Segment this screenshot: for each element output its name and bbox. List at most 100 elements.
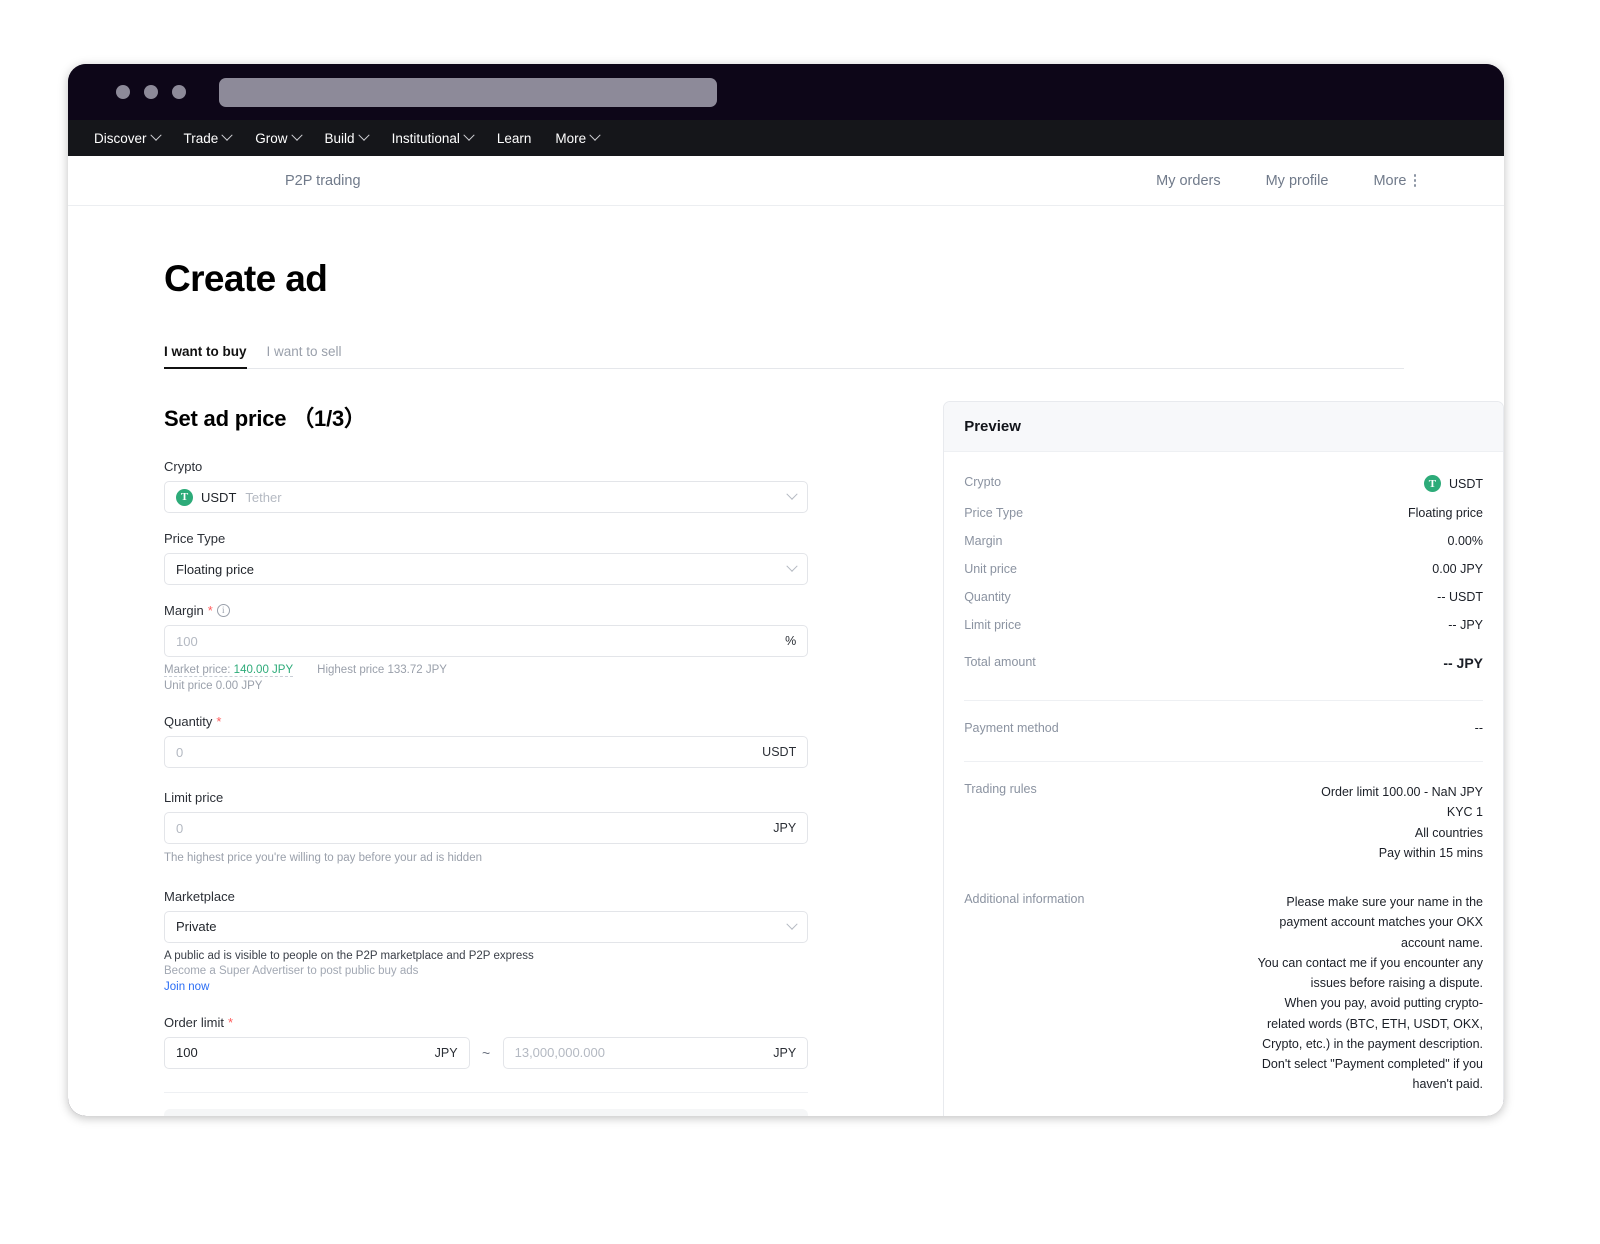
maximize-window-button[interactable] <box>172 85 186 99</box>
limit-price-input[interactable]: 0 <box>176 821 183 836</box>
row-value: -- JPY <box>1448 618 1483 632</box>
field-crypto: Crypto T USDT Tether <box>164 459 808 513</box>
preview-row-price-type: Price Type Floating price <box>964 499 1483 527</box>
join-now-link[interactable]: Join now <box>164 981 209 993</box>
nav-label: Discover <box>94 131 147 146</box>
row-key: Additional information <box>964 892 1084 906</box>
row-value: -- <box>1475 721 1483 735</box>
price-type-select[interactable]: Floating price <box>164 553 808 585</box>
nav-item-institutional[interactable]: Institutional <box>380 131 485 146</box>
limit-price-suffix: JPY <box>773 821 796 835</box>
page-content: Create ad I want to buy I want to sell S… <box>68 206 1504 1116</box>
preview-title: Preview <box>944 402 1503 452</box>
row-key: Price Type <box>964 506 1023 520</box>
usdt-token-icon: T <box>1424 475 1441 492</box>
label-text: Margin <box>164 603 204 618</box>
info-icon[interactable]: i <box>217 604 230 617</box>
order-limit-max-wrapper[interactable]: 13,000,000.000 JPY <box>503 1037 809 1069</box>
subnav-item-my-profile[interactable]: My profile <box>1266 173 1329 189</box>
row-value: Please make sure your name in the paymen… <box>1251 892 1483 1095</box>
row-key: Total amount <box>964 655 1036 669</box>
limit-price-input-wrapper[interactable]: 0 JPY <box>164 812 808 844</box>
limit-price-hint: The highest price you're willing to pay … <box>164 850 808 867</box>
nav-item-discover[interactable]: Discover <box>82 131 172 146</box>
page-title: Create ad <box>164 258 1504 300</box>
p2p-brand-link[interactable]: P2P trading <box>285 173 361 189</box>
preview-row-margin: Margin 0.00% <box>964 527 1483 555</box>
preview-column: Preview Crypto T USDT Price Type <box>943 401 1504 1116</box>
window-controls <box>116 85 186 99</box>
trading-rule-line: All countries <box>1321 823 1483 843</box>
preview-row-payment-method: Payment method -- <box>964 714 1483 742</box>
order-limit-min-wrapper[interactable]: 100 JPY <box>164 1037 470 1069</box>
order-limit-separator: ~ <box>470 1045 503 1061</box>
subnav-more-label: More <box>1373 173 1406 189</box>
subnav-item-more[interactable]: More <box>1373 173 1416 189</box>
preview-card: Preview Crypto T USDT Price Type <box>943 401 1504 1116</box>
tab-label: I want to sell <box>267 344 342 359</box>
margin-suffix: % <box>785 634 796 648</box>
market-price-value: 140.00 JPY <box>234 664 293 676</box>
chevron-down-icon <box>150 130 161 141</box>
nav-label: Institutional <box>392 131 460 146</box>
nav-label: Learn <box>497 131 532 146</box>
chevron-down-icon <box>787 918 798 929</box>
margin-price-hints: Market price: 140.00 JPY Highest price 1… <box>164 664 808 677</box>
nav-item-learn[interactable]: Learn <box>485 131 544 146</box>
tab-i-want-to-sell[interactable]: I want to sell <box>267 344 342 368</box>
quantity-input[interactable]: 0 <box>176 745 183 760</box>
order-limit-min-input[interactable]: 100 <box>176 1045 198 1060</box>
row-key: Payment method <box>964 721 1059 735</box>
margin-input-wrapper[interactable]: 100 % <box>164 625 808 657</box>
preview-row-total-amount: Total amount -- JPY <box>964 639 1483 678</box>
p2p-subnav: P2P trading My orders My profile More <box>68 156 1504 206</box>
site-top-nav: Discover Trade Grow Build Institutional … <box>68 120 1504 156</box>
quantity-input-wrapper[interactable]: 0 USDT <box>164 736 808 768</box>
limit-price-label: Limit price <box>164 790 808 805</box>
trading-rule-line: Order limit 100.00 - NaN JPY <box>1321 782 1483 802</box>
order-limit-max-input[interactable]: 13,000,000.000 <box>515 1045 605 1060</box>
price-type-value: Floating price <box>176 562 254 577</box>
subnav-right-links: My orders My profile More <box>1156 173 1416 189</box>
row-key: Quantity <box>964 590 1011 604</box>
field-order-limit: Order limit * 100 JPY ~ 13,000,000.000 <box>164 1015 808 1069</box>
row-value: Order limit 100.00 - NaN JPY KYC 1 All c… <box>1321 782 1483 863</box>
chevron-down-icon <box>358 130 369 141</box>
required-marker: * <box>216 714 221 729</box>
minimize-window-button[interactable] <box>144 85 158 99</box>
preview-row-crypto: Crypto T USDT <box>964 468 1483 499</box>
nav-label: Trade <box>184 131 219 146</box>
address-bar[interactable] <box>219 78 717 107</box>
next-button[interactable]: Next <box>164 1109 808 1116</box>
marketplace-public-hint: A public ad is visible to people on the … <box>164 950 808 962</box>
nav-item-trade[interactable]: Trade <box>172 131 244 146</box>
margin-label: Margin * i <box>164 603 808 618</box>
chevron-down-icon <box>787 561 798 572</box>
row-value: T USDT <box>1424 475 1483 492</box>
field-price-type: Price Type Floating price <box>164 531 808 585</box>
subnav-item-my-orders[interactable]: My orders <box>1156 173 1220 189</box>
browser-window: Discover Trade Grow Build Institutional … <box>68 64 1504 1116</box>
marketplace-select[interactable]: Private <box>164 911 808 943</box>
chevron-down-icon <box>787 489 798 500</box>
preview-body: Crypto T USDT Price Type Floating price <box>944 452 1503 1116</box>
margin-input[interactable]: 100 <box>176 634 198 649</box>
browser-chrome-bar <box>68 64 1504 120</box>
close-window-button[interactable] <box>116 85 130 99</box>
nav-item-grow[interactable]: Grow <box>243 131 312 146</box>
crypto-select[interactable]: T USDT Tether <box>164 481 808 513</box>
tab-i-want-to-buy[interactable]: I want to buy <box>164 344 247 368</box>
nav-label: Build <box>325 131 355 146</box>
additional-info-paragraph: When you pay, avoid putting crypto-relat… <box>1251 993 1483 1054</box>
preview-row-quantity: Quantity -- USDT <box>964 583 1483 611</box>
marketplace-value: Private <box>176 919 216 934</box>
kebab-menu-icon <box>1414 174 1417 187</box>
nav-item-build[interactable]: Build <box>313 131 380 146</box>
row-key: Trading rules <box>964 782 1037 796</box>
preview-separator <box>964 761 1483 762</box>
nav-item-more[interactable]: More <box>543 131 611 146</box>
row-value: 0.00% <box>1448 534 1483 548</box>
required-marker: * <box>228 1015 233 1030</box>
row-key: Margin <box>964 534 1002 548</box>
crypto-symbol: USDT <box>201 490 236 505</box>
